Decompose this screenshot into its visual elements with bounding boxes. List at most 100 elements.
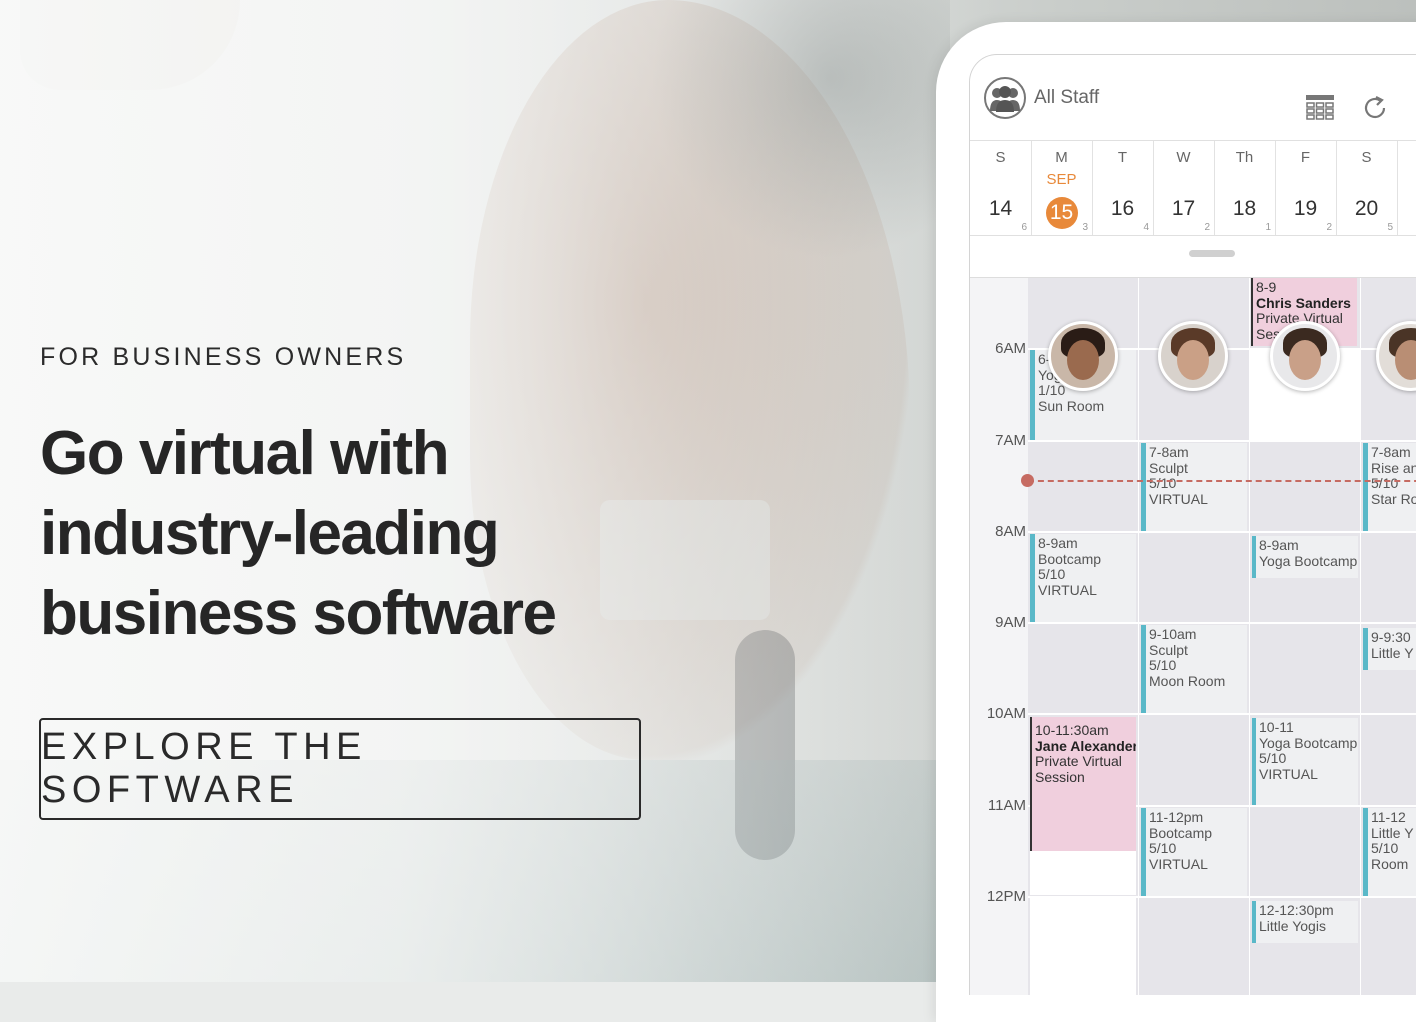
staff-avatar[interactable] (1048, 321, 1118, 391)
event-time: 10-11:30am (1035, 722, 1109, 738)
time-label: 12PM (986, 888, 1026, 905)
phone-screen: All Staff S 14 6 M SEP 15 3 T 16 4 W 17 … (969, 54, 1416, 995)
current-time-dot (1021, 474, 1034, 487)
schedule-grid: 6AM 7AM 8AM 9AM 10AM 11AM 12PM 6- Yog 1/… (970, 277, 1416, 995)
refresh-icon[interactable] (1362, 95, 1388, 121)
event-title: Yoga Bootcamp (1259, 734, 1358, 751)
event-title: Little Yogis (1259, 917, 1326, 934)
event-card[interactable]: 10-11 Yoga Bootcamp 5/10 VIRTUAL (1252, 718, 1358, 805)
week-strip: S 14 6 M SEP 15 3 T 16 4 W 17 2 Th 18 1 … (970, 141, 1416, 236)
event-time: 12-12:30pm (1259, 902, 1334, 918)
event-capacity: 5/10 (1259, 750, 1287, 766)
headline-line: business software (40, 579, 557, 648)
event-time: 7-8am (1371, 444, 1411, 460)
day-name: M (1055, 149, 1068, 166)
empty-slot (1030, 898, 1136, 995)
day-cell[interactable]: F 19 2 (1275, 141, 1337, 235)
event-time: 8-9am (1038, 535, 1078, 551)
event-capacity: 5/10 (1149, 657, 1177, 673)
day-event-count: 4 (1143, 222, 1149, 233)
event-location: Star Ro (1371, 490, 1416, 507)
event-card[interactable]: 8-9am Yoga Bootcamp (1252, 536, 1358, 578)
app-header: All Staff (970, 55, 1416, 141)
day-event-count: 6 (1021, 222, 1027, 233)
day-cell-today[interactable]: M SEP 15 3 (1031, 141, 1093, 235)
private-session-card[interactable]: 10-11:30am Jane Alexander Private Virtua… (1030, 717, 1136, 851)
day-number: 19 (1293, 197, 1318, 220)
event-time: 9-9:30 (1371, 629, 1411, 645)
day-event-count: 3 (1082, 222, 1088, 233)
event-time: 10-11 (1259, 719, 1294, 735)
explore-software-button[interactable]: EXPLORE THE SOFTWARE (39, 718, 641, 820)
day-event-count: 2 (1204, 222, 1210, 233)
event-card[interactable]: 9-10am Sculpt 5/10 Moon Room (1141, 625, 1247, 713)
event-location: VIRTUAL (1149, 855, 1208, 872)
drag-handle[interactable] (1189, 250, 1235, 257)
event-time: 7-8am (1149, 444, 1189, 460)
event-title: Private Virtual (1035, 753, 1122, 769)
event-title: Little Y (1371, 824, 1414, 841)
event-time: 11-12pm (1149, 809, 1204, 825)
day-cell[interactable]: S 20 5 (1336, 141, 1398, 235)
staff-avatar[interactable] (1158, 321, 1228, 391)
hour-line (1028, 622, 1416, 624)
event-capacity: 5/10 (1149, 475, 1177, 491)
day-cell[interactable]: T 16 4 (1092, 141, 1154, 235)
eyebrow-text: FOR BUSINESS OWNERS (40, 343, 407, 371)
event-card[interactable]: 12-12:30pm Little Yogis (1252, 901, 1358, 943)
day-number: 14 (988, 197, 1013, 220)
day-name: S (1361, 149, 1372, 166)
day-name: S (995, 149, 1006, 166)
hour-line (1028, 531, 1416, 533)
event-card[interactable]: 7-8am Rise an 5/10 Star Ro (1363, 443, 1416, 531)
event-location: Moon Room (1149, 672, 1226, 689)
day-name: Th (1235, 149, 1254, 166)
event-capacity: 5/10 (1371, 840, 1399, 856)
time-label: 11AM (987, 797, 1026, 814)
time-label: 9AM (995, 614, 1026, 631)
event-title: Bootcamp (1038, 550, 1102, 567)
headline-line: Go virtual with (40, 419, 450, 488)
day-cell[interactable]: Th 18 1 (1214, 141, 1276, 235)
event-card[interactable]: 9-9:30 Little Y (1363, 628, 1416, 670)
event-time: 9-10am (1149, 626, 1197, 642)
headline-line: industry-leading (40, 499, 500, 568)
time-label: 8AM (995, 523, 1026, 540)
time-column: 6AM 7AM 8AM 9AM 10AM 11AM 12PM (970, 278, 1029, 995)
event-card[interactable]: 8-9am Bootcamp 5/10 VIRTUAL (1030, 534, 1136, 622)
event-location: Sun Room (1038, 397, 1105, 414)
headline: Go virtual with industry-leading busines… (40, 414, 660, 654)
group-icon[interactable] (984, 77, 1026, 119)
event-location: VIRTUAL (1259, 765, 1318, 782)
hour-line (1028, 713, 1416, 715)
avatar-face (1289, 340, 1321, 380)
day-cell[interactable]: S 14 6 (970, 141, 1032, 235)
day-number: 17 (1171, 197, 1196, 220)
day-event-count: 5 (1387, 222, 1393, 233)
event-title: Sculpt (1149, 459, 1188, 476)
day-cell[interactable]: W 17 2 (1153, 141, 1215, 235)
today-badge: 15 (1045, 197, 1078, 229)
event-location: VIRTUAL (1149, 490, 1208, 507)
avatar-face (1177, 340, 1209, 380)
event-card[interactable]: 7-8am Sculpt 5/10 VIRTUAL (1141, 443, 1247, 531)
time-label: 7AM (995, 432, 1026, 449)
event-card[interactable]: 11-12 Little Y 5/10 Room (1363, 808, 1416, 896)
avatar-face (1067, 340, 1099, 380)
event-time: 11-12 (1371, 809, 1406, 825)
avatar-face (1395, 340, 1416, 380)
event-title: Bootcamp (1149, 824, 1213, 841)
current-time-line (1028, 480, 1416, 482)
staff-filter-label[interactable]: All Staff (1034, 87, 1099, 109)
day-number: 20 (1354, 197, 1379, 220)
event-title: Rise an (1371, 459, 1416, 476)
day-event-count: 1 (1265, 222, 1271, 233)
staff-avatar[interactable] (1270, 321, 1340, 391)
day-name: T (1117, 149, 1128, 166)
day-event-count: 2 (1326, 222, 1332, 233)
event-card[interactable]: 11-12pm Bootcamp 5/10 VIRTUAL (1141, 808, 1247, 896)
event-title: Little Y (1371, 644, 1414, 661)
day-number: 18 (1232, 197, 1257, 220)
hour-line (1028, 440, 1416, 442)
grid-view-icon[interactable] (1306, 95, 1334, 121)
